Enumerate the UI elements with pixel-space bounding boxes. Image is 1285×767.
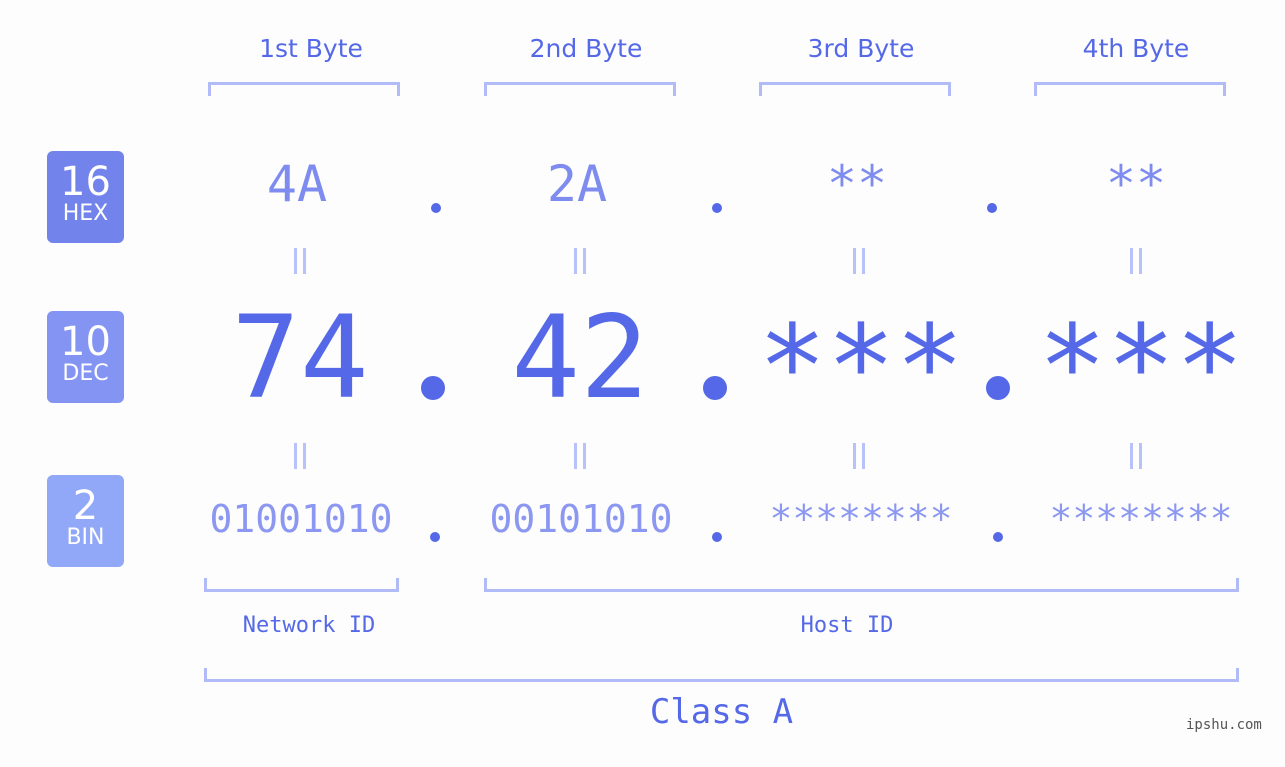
hex-byte-1: 4A [266, 155, 328, 213]
bin-byte-2: 00101010 [489, 497, 673, 541]
equals-marker [574, 443, 586, 469]
bin-badge-base: 2 [72, 483, 99, 529]
hex-separator-dot [712, 203, 722, 213]
dec-badge-base: 10 [60, 319, 111, 365]
byte-bracket-4 [1034, 82, 1226, 96]
bin-byte-4: ******** [1049, 497, 1233, 541]
byte-header-3: 3rd Byte [807, 34, 915, 63]
bin-separator-dot [712, 532, 722, 542]
dec-byte-4: *** [1038, 300, 1244, 433]
host-id-bracket [484, 578, 1239, 592]
dec-byte-1: 74 [231, 291, 369, 424]
host-id-label: Host ID [800, 613, 894, 638]
dec-byte-3: *** [758, 300, 964, 433]
bin-byte-3: ******** [769, 497, 953, 541]
byte-header-4: 4th Byte [1082, 34, 1190, 63]
equals-marker [1130, 443, 1142, 469]
byte-header-1: 1st Byte [259, 34, 363, 63]
class-bracket [204, 668, 1239, 682]
equals-marker [853, 443, 865, 469]
hex-badge: 16 HEX [47, 151, 124, 243]
equals-marker [1130, 248, 1142, 274]
equals-marker [294, 443, 306, 469]
byte-header-2: 2nd Byte [529, 34, 643, 63]
hex-badge-label: HEX [62, 201, 109, 226]
equals-marker [574, 248, 586, 274]
network-id-label: Network ID [242, 613, 376, 638]
equals-marker [294, 248, 306, 274]
bin-byte-1: 01001010 [209, 497, 393, 541]
class-label: Class A [649, 692, 794, 732]
dec-byte-2: 42 [511, 291, 649, 424]
hex-separator-dot [987, 203, 997, 213]
hex-badge-base: 16 [60, 159, 111, 205]
dec-separator-dot [421, 376, 445, 400]
byte-bracket-1 [208, 82, 400, 96]
hex-byte-4: ** [1105, 155, 1167, 213]
dec-badge-label: DEC [62, 361, 109, 386]
network-id-bracket [204, 578, 399, 592]
watermark: ipshu.com [1186, 717, 1262, 733]
hex-byte-2: 2A [546, 155, 608, 213]
equals-marker [853, 248, 865, 274]
hex-separator-dot [431, 203, 441, 213]
hex-byte-3: ** [826, 155, 888, 213]
bin-badge-label: BIN [66, 525, 105, 550]
bin-separator-dot [430, 532, 440, 542]
bin-separator-dot [993, 532, 1003, 542]
dec-badge: 10 DEC [47, 311, 124, 403]
dec-separator-dot [703, 376, 727, 400]
byte-bracket-2 [484, 82, 676, 96]
bin-badge: 2 BIN [47, 475, 124, 567]
byte-bracket-3 [759, 82, 951, 96]
dec-separator-dot [986, 376, 1010, 400]
